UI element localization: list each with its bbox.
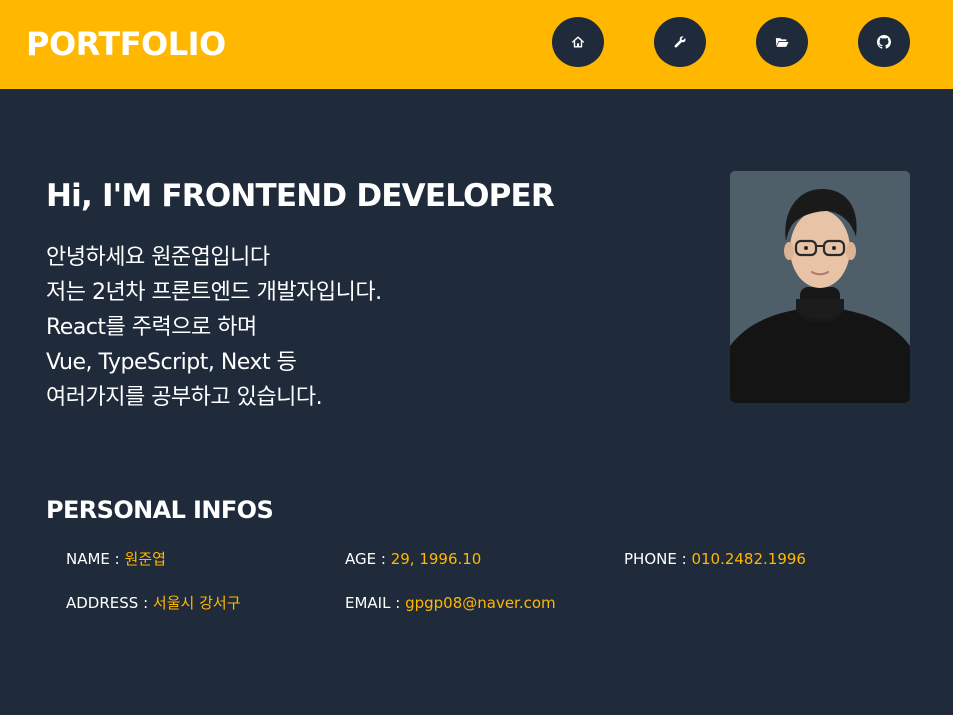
info-age-value: 29, 1996.10 [390, 550, 482, 568]
intro-line: React를 주력으로 하며 [46, 315, 257, 340]
info-phone-value: 010.2482.1996 [691, 550, 806, 568]
info-age: AGE : 29, 1996.10 [345, 549, 481, 569]
nav-github-button[interactable] [858, 17, 910, 67]
info-address-value: 서울시 강서구 [152, 594, 241, 612]
home-icon [572, 36, 584, 48]
wrench-icon [674, 36, 686, 48]
header: PORTFOLIO [0, 0, 953, 89]
profile-photo [730, 171, 910, 403]
nav-home-button[interactable] [552, 17, 604, 67]
info-phone: PHONE : 010.2482.1996 [624, 549, 806, 569]
personal-infos-title: PERSONAL INFOS [46, 496, 274, 524]
nav-skills-button[interactable] [654, 17, 706, 67]
info-phone-label: PHONE : [624, 550, 687, 568]
intro-line: 안녕하세요 원준엽입니다 [46, 245, 270, 270]
hero-title: Hi, I'M FRONTEND DEVELOPER [46, 178, 555, 214]
intro-line: Vue, TypeScript, Next 등 [46, 350, 297, 375]
profile-photo-illustration [730, 171, 910, 403]
info-name-value: 원준엽 [124, 550, 166, 568]
nav-projects-button[interactable] [756, 17, 808, 67]
info-email-value[interactable]: gpgp08@naver.com [405, 594, 556, 612]
logo[interactable]: PORTFOLIO [26, 24, 226, 64]
github-icon [877, 35, 891, 49]
intro-line: 저는 2년차 프론트엔드 개발자입니다. [46, 280, 382, 305]
folder-open-icon [775, 38, 789, 47]
info-age-label: AGE : [345, 550, 386, 568]
info-name-label: NAME : [66, 550, 120, 568]
info-address: ADDRESS : 서울시 강서구 [66, 593, 241, 613]
info-email: EMAIL : gpgp08@naver.com [345, 593, 556, 613]
info-address-label: ADDRESS : [66, 594, 149, 612]
info-name: NAME : 원준엽 [66, 549, 166, 569]
info-email-label: EMAIL : [345, 594, 401, 612]
intro-line: 여러가지를 공부하고 있습니다. [46, 385, 323, 410]
intro-text: 안녕하세요 원준엽입니다 저는 2년차 프론트엔드 개발자입니다. React를… [46, 240, 382, 415]
